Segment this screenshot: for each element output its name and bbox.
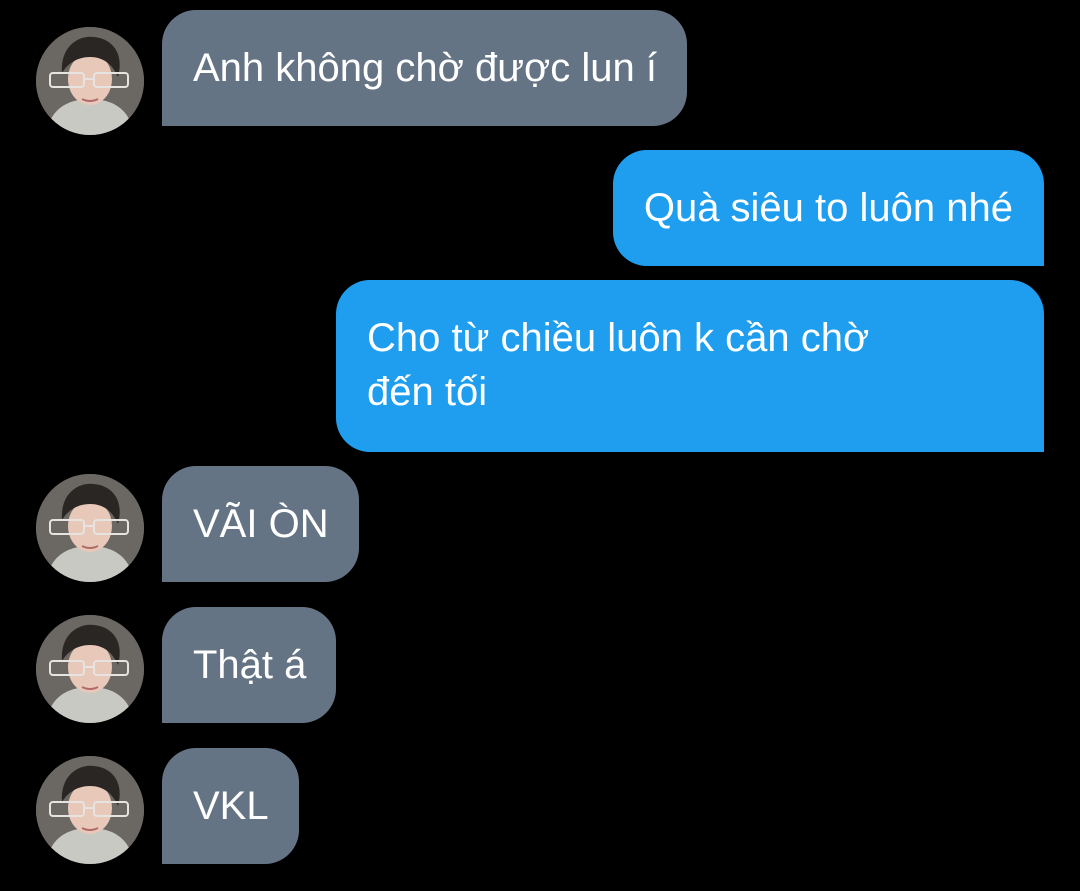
message-text: Anh không chờ được lun í [193, 46, 657, 90]
message-bubble-incoming[interactable]: VÃI ÒN [162, 466, 359, 582]
message-row-incoming: Thật á [0, 607, 1080, 723]
message-text: Thật á [193, 643, 307, 687]
avatar-portrait-icon [36, 615, 144, 723]
message-text-line: đến tối [367, 370, 488, 414]
message-row-incoming: VÃI ÒN [0, 466, 1080, 582]
message-row-outgoing: Quà siêu to luôn nhé [0, 150, 1080, 266]
message-text: VKL [193, 784, 269, 828]
message-bubble-outgoing[interactable]: Cho từ chiều luôn k cần chờ đến tối [336, 280, 1044, 452]
contact-avatar[interactable] [36, 756, 144, 864]
message-row-incoming: Anh không chờ được lun í [0, 10, 1080, 135]
message-bubble-outgoing[interactable]: Quà siêu to luôn nhé [612, 150, 1044, 266]
avatar-portrait-icon [36, 27, 144, 135]
avatar-portrait-icon [36, 474, 144, 582]
message-text: Quà siêu to luôn nhé [643, 186, 1013, 230]
message-bubble-incoming[interactable]: Thật á [162, 607, 337, 723]
message-text: VÃI ÒN [193, 502, 329, 546]
message-row-outgoing: Cho từ chiều luôn k cần chờ đến tối [0, 280, 1080, 452]
contact-avatar[interactable] [36, 27, 144, 135]
message-bubble-incoming[interactable]: Anh không chờ được lun í [162, 10, 687, 126]
message-bubble-incoming[interactable]: VKL [162, 748, 299, 864]
message-row-incoming: VKL [0, 748, 1080, 864]
contact-avatar[interactable] [36, 474, 144, 582]
avatar-portrait-icon [36, 756, 144, 864]
contact-avatar[interactable] [36, 615, 144, 723]
message-text-line: Cho từ chiều luôn k cần chờ [367, 316, 870, 360]
